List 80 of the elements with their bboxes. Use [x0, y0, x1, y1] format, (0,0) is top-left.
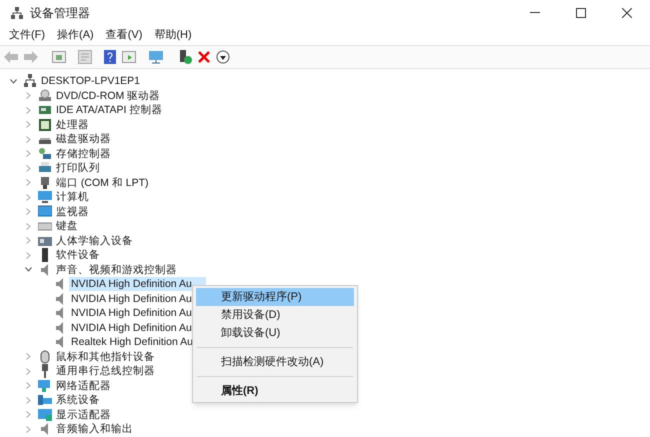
tree-item[interactable]: 键盘 — [54, 219, 80, 234]
system-device-icon — [38, 393, 52, 408]
document-icon[interactable] — [78, 50, 92, 64]
properties-window-icon[interactable] — [52, 51, 66, 63]
tree-item[interactable]: 网络适配器 — [54, 378, 113, 393]
tree-item[interactable]: 显示适配器 — [54, 408, 113, 422]
tree-item[interactable]: NVIDIA High Definition Au — [69, 306, 194, 320]
tree-item[interactable]: 鼠标和其他指针设备 — [54, 350, 157, 364]
collapsed-chevron-icon[interactable] — [26, 194, 30, 201]
expanded-chevron-icon[interactable] — [24, 267, 32, 272]
tree-item[interactable]: NVIDIA High Definition Au — [69, 320, 194, 335]
tree-item[interactable]: DESKTOP-LPV1EP1 — [39, 74, 142, 88]
collapsed-chevron-icon[interactable] — [26, 106, 30, 114]
tree-item[interactable]: 音频输入和输出 — [54, 422, 135, 436]
collapsed-chevron-icon[interactable] — [26, 121, 30, 128]
display-adapter-icon — [38, 408, 52, 422]
minimize-icon — [530, 12, 540, 13]
monitor-icon[interactable] — [148, 50, 164, 64]
tree-item[interactable]: 声音、视频和游戏控制器 — [54, 262, 179, 277]
menu-item[interactable]: 属性(R) — [196, 382, 354, 400]
disc-drive-icon — [38, 88, 52, 103]
forward-arrow-icon[interactable] — [24, 51, 38, 63]
mouse-icon — [38, 350, 52, 364]
tree-item[interactable]: Realtek High Definition Au — [69, 335, 195, 350]
tree-item[interactable]: 端口 (COM 和 LPT) — [54, 176, 150, 190]
menu-item[interactable]: 帮助(H) — [149, 26, 197, 44]
close-icon — [622, 8, 632, 18]
collapsed-chevron-icon[interactable] — [26, 150, 30, 158]
tree-item[interactable]: NVIDIA High Definition Au — [69, 292, 194, 306]
monitor-icon — [38, 204, 52, 219]
tree-item[interactable]: NVIDIA High Definition Au — [69, 277, 206, 292]
back-arrow-icon[interactable] — [4, 51, 18, 63]
collapsed-chevron-icon[interactable] — [26, 164, 30, 172]
window-play-icon[interactable] — [122, 51, 136, 63]
menu-item[interactable]: 禁用设备(D) — [196, 306, 354, 324]
collapsed-chevron-icon[interactable] — [26, 208, 30, 216]
menu-item[interactable]: 扫描检测硬件改动(A) — [196, 353, 354, 371]
menu-item[interactable]: 操作(A) — [52, 26, 99, 44]
device-manager-icon — [10, 6, 24, 20]
tree-item[interactable]: 监视器 — [54, 204, 91, 219]
collapsed-chevron-icon[interactable] — [26, 382, 30, 390]
collapsed-chevron-icon[interactable] — [26, 426, 30, 433]
menu-item[interactable]: 查看(V) — [100, 26, 148, 44]
delete-icon[interactable] — [198, 51, 210, 63]
tree-item[interactable]: 计算机 — [54, 190, 91, 204]
tree-item[interactable]: IDE ATA/ATAPI 控制器 — [54, 103, 164, 118]
collapsed-chevron-icon[interactable] — [26, 222, 30, 230]
collapsed-chevron-icon[interactable] — [26, 237, 30, 244]
menu-item[interactable]: 更新驱动程序(P) — [196, 288, 354, 306]
tree-item[interactable]: 系统设备 — [54, 393, 102, 408]
tree-item[interactable]: 软件设备 — [54, 248, 102, 262]
collapsed-chevron-icon[interactable] — [26, 411, 30, 418]
collapsed-chevron-icon[interactable] — [26, 368, 30, 375]
chip-icon — [38, 118, 52, 132]
storage-controller-icon — [38, 146, 52, 161]
collapsed-chevron-icon[interactable] — [26, 179, 30, 186]
tree-item[interactable]: 处理器 — [54, 118, 91, 132]
port-icon — [38, 176, 52, 190]
tree-item[interactable]: 人体学输入设备 — [54, 234, 135, 248]
collapsed-chevron-icon[interactable] — [26, 252, 30, 259]
collapsed-chevron-icon[interactable] — [26, 353, 30, 360]
add-device-icon[interactable] — [178, 50, 192, 64]
tree-item[interactable]: DVD/CD-ROM 驱动器 — [54, 88, 162, 103]
computer-icon — [38, 190, 52, 204]
help-icon[interactable] — [104, 50, 116, 64]
tree-item[interactable]: 存储控制器 — [54, 146, 113, 161]
menu-item[interactable]: 文件(F) — [4, 26, 50, 44]
network-adapter-icon — [38, 378, 52, 393]
tree-item[interactable]: 打印队列 — [54, 161, 102, 176]
menu-item[interactable]: 卸载设备(U) — [196, 324, 354, 342]
collapsed-chevron-icon[interactable] — [26, 136, 30, 143]
collapsed-chevron-icon[interactable] — [26, 92, 30, 100]
computer-network-icon — [23, 74, 37, 88]
download-circle-icon[interactable] — [216, 50, 230, 64]
collapsed-chevron-icon[interactable] — [26, 396, 30, 404]
window-title: 设备管理器 — [30, 4, 90, 22]
tree-item[interactable]: 通用串行总线控制器 — [54, 364, 157, 378]
maximize-icon — [576, 8, 586, 18]
expanded-chevron-icon[interactable] — [10, 78, 16, 84]
tree-item[interactable]: 磁盘驱动器 — [54, 132, 113, 146]
